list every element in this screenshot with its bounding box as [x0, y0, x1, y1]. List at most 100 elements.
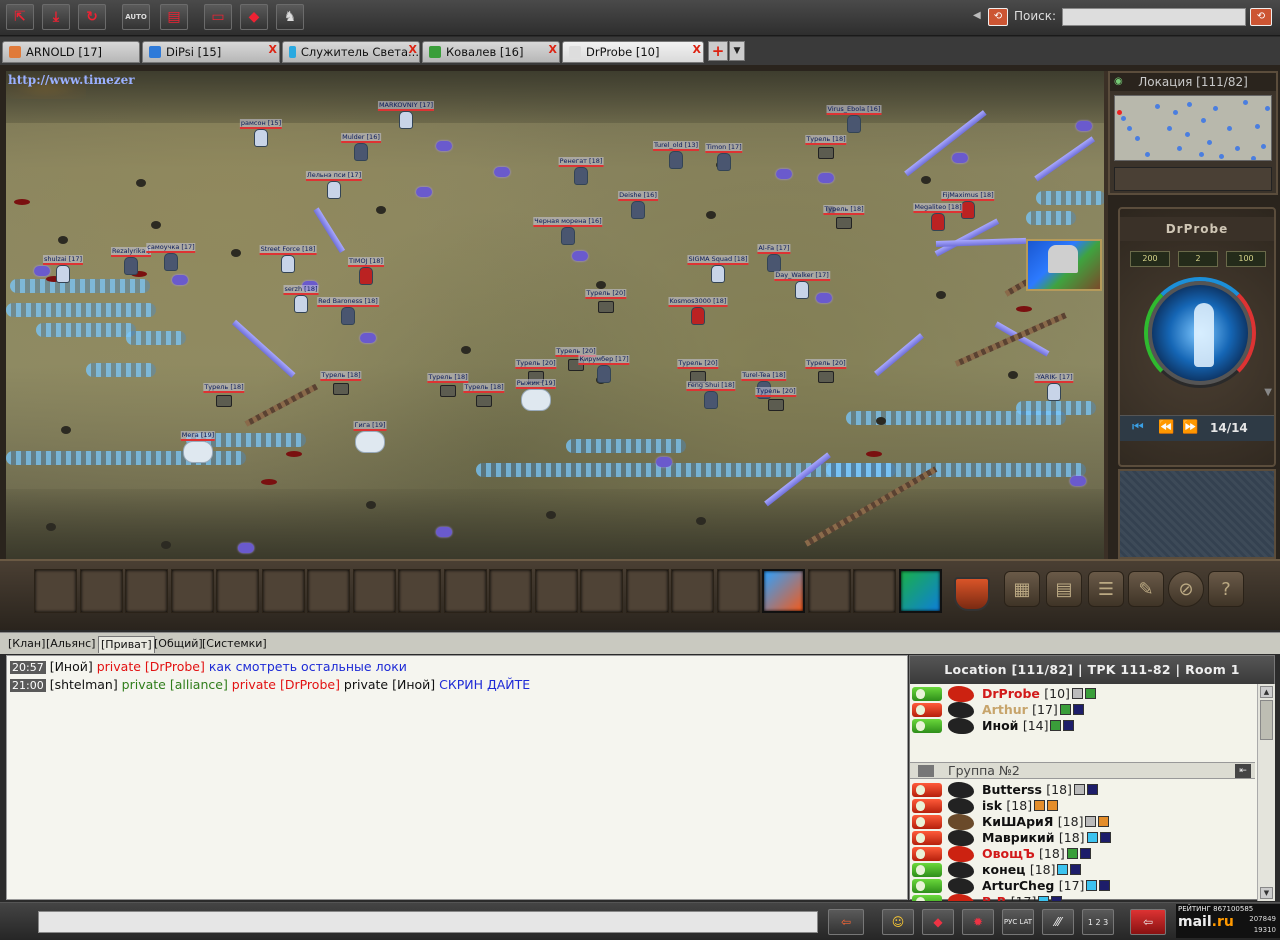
- belt-slot[interactable]: [216, 569, 259, 613]
- belt-slot[interactable]: [398, 569, 441, 613]
- player-row[interactable]: Arthur [17]: [910, 702, 1255, 718]
- pk-status-icon[interactable]: [912, 847, 942, 861]
- expand-icon[interactable]: ▼: [1264, 387, 1272, 398]
- numbers-icon[interactable]: 1 2 3: [1082, 909, 1114, 935]
- pk-status-icon[interactable]: [912, 703, 942, 717]
- smile-icon[interactable]: ☺: [882, 909, 914, 935]
- player-name[interactable]: DrProbe [10]: [982, 686, 1096, 702]
- battle-map[interactable]: рамсон [15] MARKOVNIY [17] Mulder [16] Лель…: [6, 71, 1108, 559]
- map-icon[interactable]: ▤: [1046, 571, 1082, 607]
- chat-input[interactable]: [38, 911, 818, 933]
- player-row[interactable]: DrProbe [10]: [910, 686, 1255, 702]
- tab-3[interactable]: Ковалев [16] X: [422, 41, 560, 63]
- peace-status-icon[interactable]: [912, 895, 942, 901]
- badge-icon[interactable]: [1085, 816, 1097, 827]
- peace-status-icon[interactable]: [912, 863, 942, 877]
- search-mode-icon[interactable]: ⟲: [988, 8, 1008, 26]
- player-name[interactable]: Маврикий [18]: [982, 830, 1111, 846]
- belt-slot[interactable]: [580, 569, 623, 613]
- chat-tab-4[interactable]: [Системки]: [200, 636, 269, 653]
- badge-icon[interactable]: [1073, 784, 1085, 795]
- first-page-icon[interactable]: ⏮: [1132, 420, 1144, 435]
- eraser-icon[interactable]: ◆: [922, 909, 954, 935]
- badge-icon[interactable]: [1070, 864, 1082, 875]
- badge-icon[interactable]: [1050, 720, 1062, 731]
- scroll-up-icon[interactable]: ▲: [1260, 686, 1273, 698]
- minimap[interactable]: [1114, 95, 1272, 161]
- tab-1[interactable]: DiPsi [15] X: [142, 41, 280, 63]
- cancel-icon[interactable]: ⊘: [1168, 571, 1204, 607]
- badge-icon[interactable]: [1059, 704, 1071, 715]
- gift-icon[interactable]: ◆: [240, 4, 268, 30]
- prev-page-icon[interactable]: ⏪: [1158, 420, 1174, 435]
- quests-icon[interactable]: ☰: [1088, 571, 1124, 607]
- badge-icon[interactable]: [1086, 832, 1098, 843]
- chat-tab-1[interactable]: [Альянс]: [44, 636, 97, 653]
- belt-slot[interactable]: [443, 569, 487, 613]
- search-input[interactable]: [1062, 8, 1246, 26]
- belt-slot-item-arrow-icon[interactable]: [898, 569, 942, 613]
- chat-tab-3[interactable]: [Общий]: [152, 636, 205, 653]
- close-icon[interactable]: X: [269, 43, 277, 56]
- chat-mode-icon[interactable]: ⁄⁄⁄: [1042, 909, 1074, 935]
- player-row[interactable]: ArturCheg [17]: [910, 878, 1255, 894]
- notes-icon[interactable]: ✎: [1128, 571, 1164, 607]
- message-time[interactable]: 20:57: [10, 661, 46, 674]
- badge-icon[interactable]: [1084, 688, 1096, 699]
- exit-icon[interactable]: ⇱: [6, 4, 34, 30]
- belt-slot[interactable]: [79, 569, 123, 613]
- window-icon[interactable]: ▭: [204, 4, 232, 30]
- pk-status-icon[interactable]: [912, 831, 942, 845]
- rating-counter[interactable]: РЕЙТИНГ 867100585 mail.ru 207849 19310: [1176, 904, 1280, 938]
- character-orb[interactable]: [1144, 277, 1256, 389]
- belt-slot[interactable]: [716, 569, 760, 613]
- help-icon[interactable]: ?: [1208, 571, 1244, 607]
- player-row[interactable]: Butterss [18]: [910, 782, 1255, 798]
- auto-icon[interactable]: AUTO: [122, 4, 150, 30]
- belt-slot[interactable]: [125, 569, 168, 613]
- close-icon[interactable]: X: [549, 43, 557, 56]
- pk-status-icon[interactable]: [912, 799, 942, 813]
- tab-0[interactable]: ARNOLD [17]: [2, 41, 140, 63]
- player-row[interactable]: конец [18]: [910, 862, 1255, 878]
- collapse-icon[interactable]: ◀: [973, 10, 981, 21]
- send-icon[interactable]: ⇦: [828, 909, 864, 935]
- refresh-icon[interactable]: ↻: [78, 4, 106, 30]
- belt-slot[interactable]: [625, 569, 669, 613]
- message-part[interactable]: private [DrProbe]: [93, 659, 205, 674]
- badge-icon[interactable]: [1099, 880, 1111, 891]
- player-name[interactable]: КиШАриЯ [18]: [982, 814, 1110, 830]
- download-icon[interactable]: ⤓: [42, 4, 70, 30]
- message-part[interactable]: private [DrProbe]: [228, 677, 340, 692]
- pk-status-icon[interactable]: [912, 783, 942, 797]
- tab-menu-button[interactable]: ▼: [729, 41, 745, 61]
- group-header[interactable]: Группа №2 ⇤: [910, 762, 1255, 779]
- notebook-icon[interactable]: ▤: [160, 4, 188, 30]
- belt-slot-item-flame-icon[interactable]: [762, 569, 805, 613]
- search-go-icon[interactable]: ⟲: [1250, 8, 1272, 26]
- badge-icon[interactable]: [1051, 896, 1063, 901]
- wizard-icon[interactable]: ♞: [276, 4, 304, 30]
- badge-icon[interactable]: [1099, 832, 1111, 843]
- add-tab-button[interactable]: +: [708, 41, 728, 61]
- belt-slot[interactable]: [261, 569, 305, 613]
- belt-slot[interactable]: [489, 569, 532, 613]
- chat-tab-0[interactable]: [Клан]: [6, 636, 47, 653]
- player-list-scrollbar[interactable]: ▲ ▼: [1257, 684, 1275, 901]
- badge-icon[interactable]: [1071, 688, 1083, 699]
- target-portrait[interactable]: [1026, 239, 1102, 291]
- peace-status-icon[interactable]: [912, 687, 942, 701]
- badge-icon[interactable]: [1098, 816, 1110, 827]
- player-row[interactable]: isk [18]: [910, 798, 1255, 814]
- scroll-thumb[interactable]: [1260, 700, 1273, 740]
- badge-icon[interactable]: [1038, 896, 1050, 901]
- pk-status-icon[interactable]: [912, 815, 942, 829]
- close-icon[interactable]: X: [409, 43, 417, 56]
- belt-slot[interactable]: [534, 569, 578, 613]
- close-icon[interactable]: X: [693, 43, 701, 56]
- settings-icon[interactable]: ✹: [962, 909, 994, 935]
- scroll-down-icon[interactable]: ▼: [1260, 887, 1273, 899]
- badge-icon[interactable]: [1057, 864, 1069, 875]
- player-name[interactable]: ArturCheg [17]: [982, 878, 1111, 894]
- badge-icon[interactable]: [1079, 848, 1091, 859]
